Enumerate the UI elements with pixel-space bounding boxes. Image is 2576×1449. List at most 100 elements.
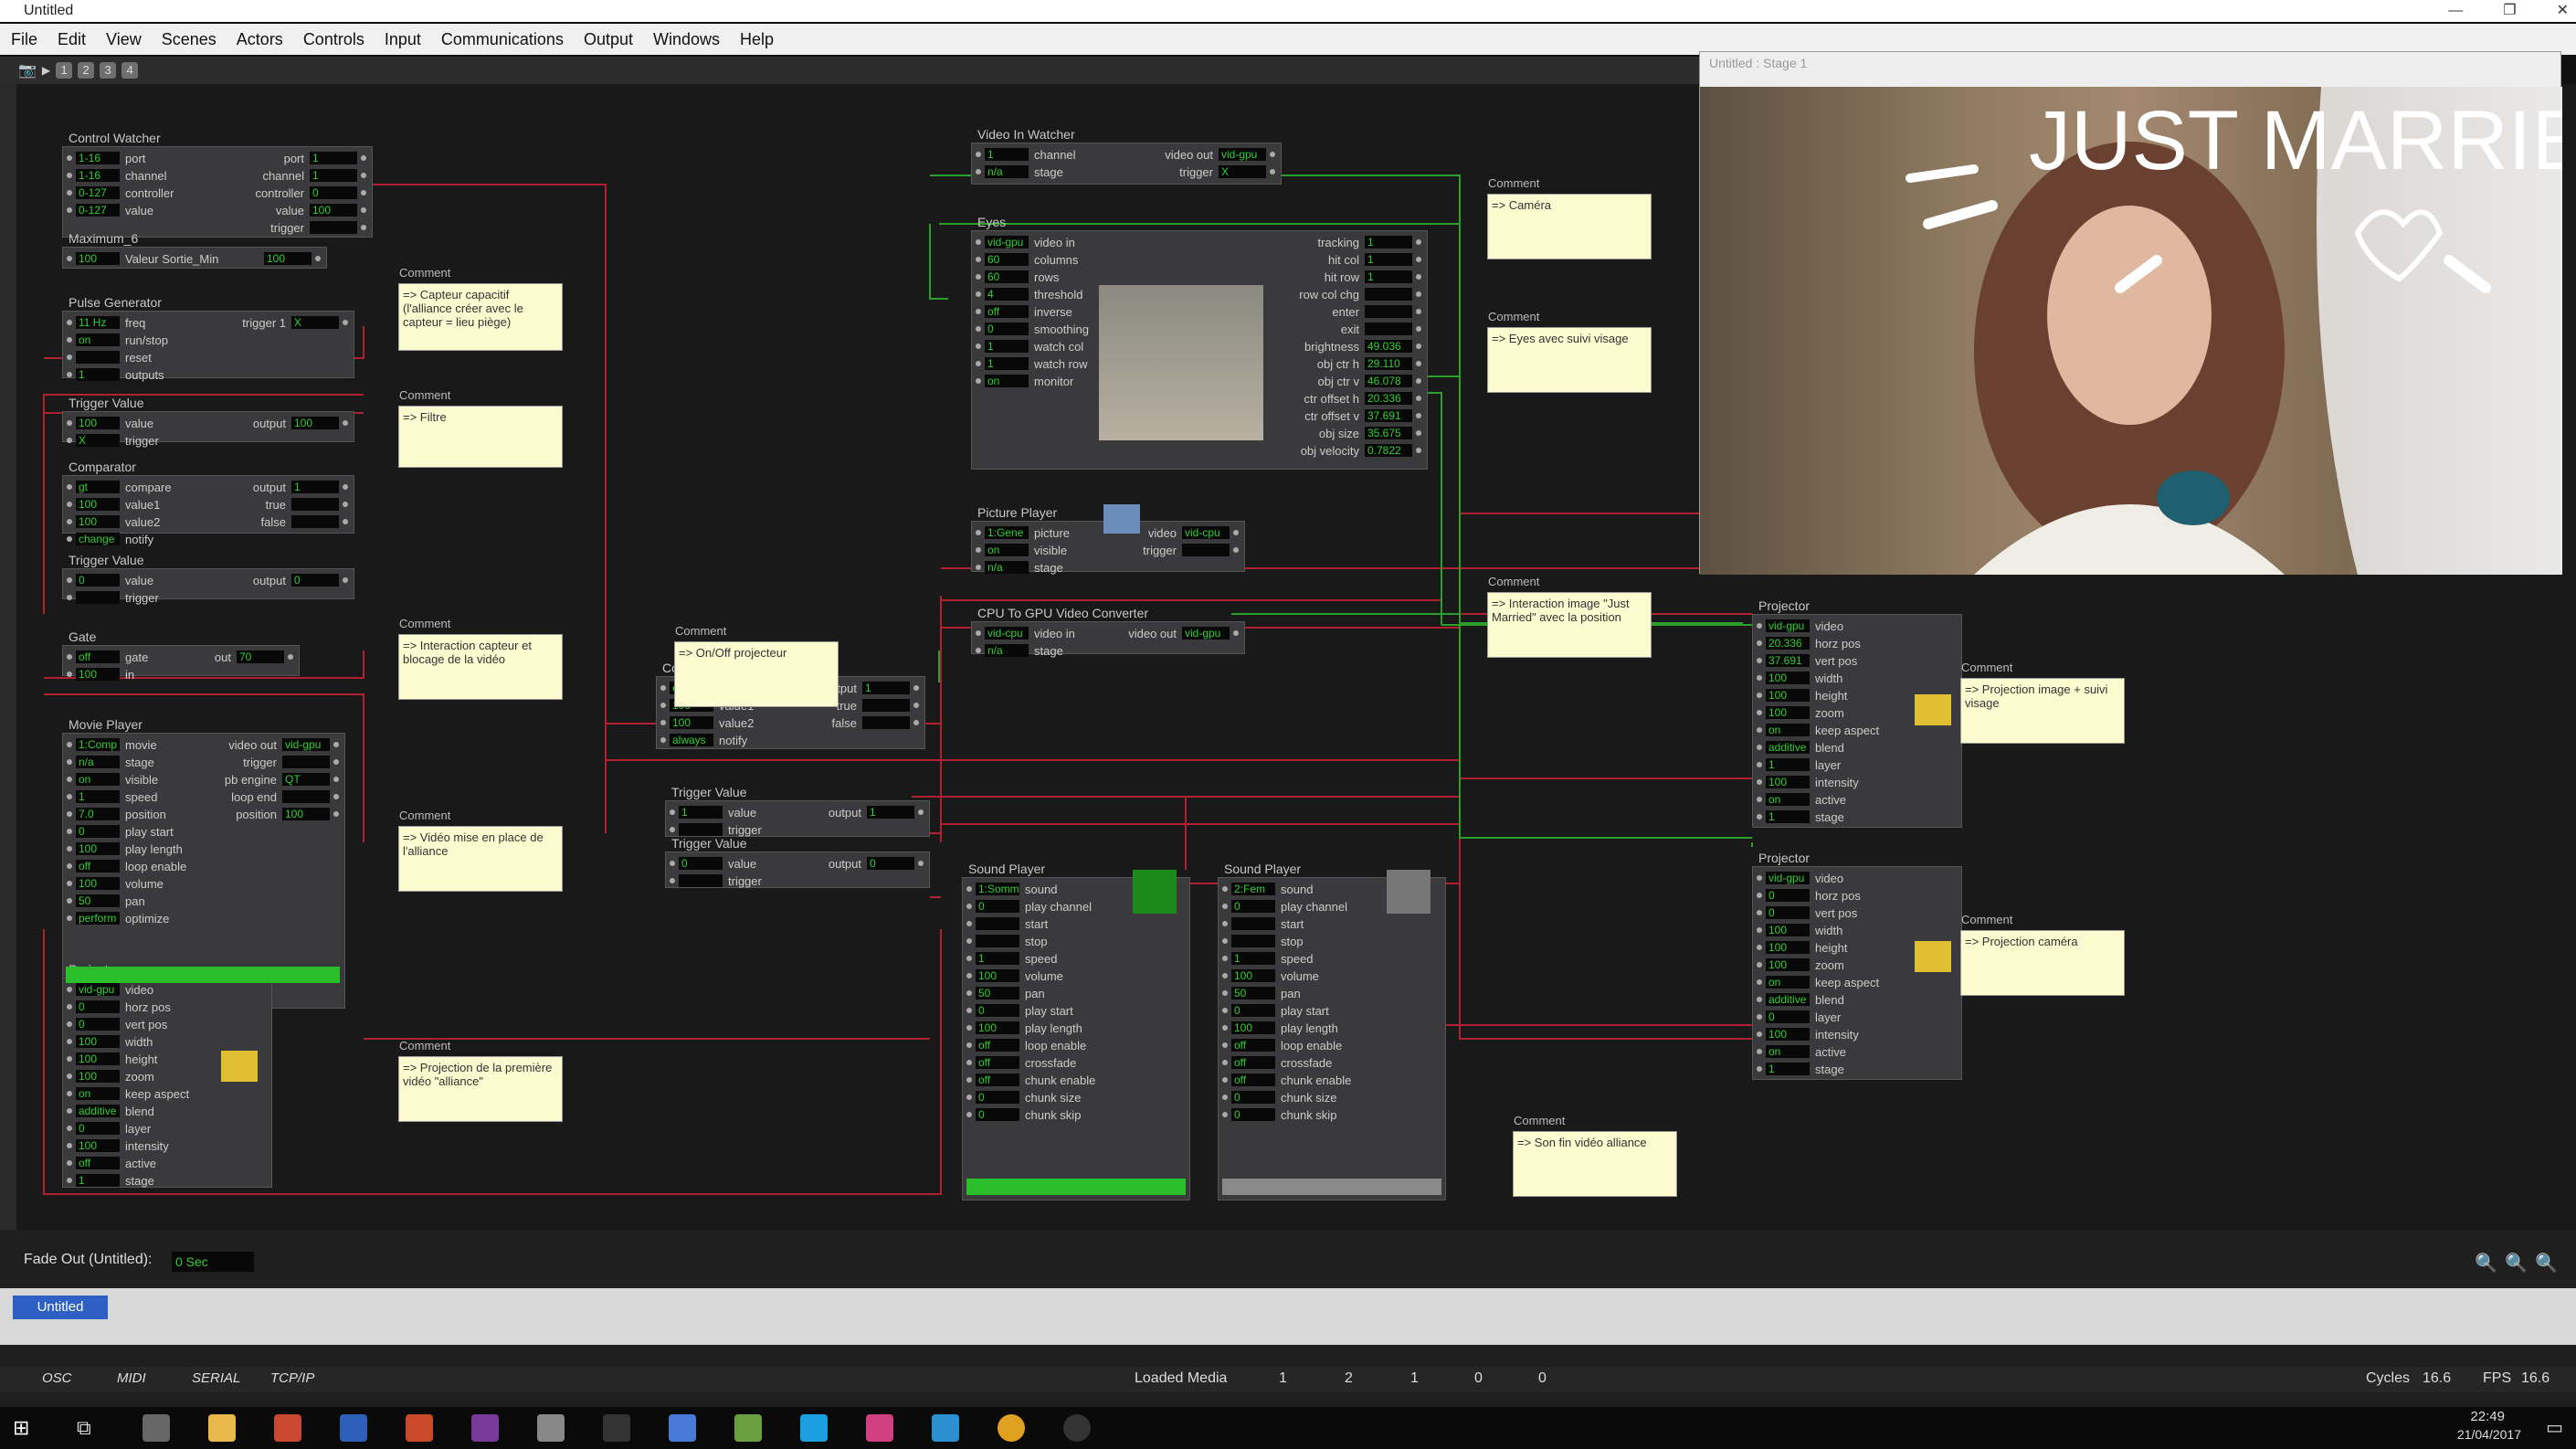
input-property[interactable]: 0-127 controller <box>67 185 174 200</box>
input-value[interactable]: 100 <box>1766 941 1810 954</box>
output-property[interactable]: value 100 <box>276 203 366 217</box>
input-port-icon[interactable] <box>1222 1077 1228 1083</box>
output-property[interactable]: port 1 <box>284 151 366 165</box>
close-icon[interactable]: ✕ <box>2557 0 2569 22</box>
input-property[interactable]: 100 height <box>1757 688 1847 703</box>
input-property[interactable]: on keep aspect <box>1757 723 1879 737</box>
app-icon-2[interactable] <box>537 1414 565 1442</box>
input-value[interactable]: 100 <box>1231 1021 1275 1034</box>
input-port-icon[interactable] <box>966 921 972 926</box>
input-port-icon[interactable] <box>1757 779 1762 785</box>
output-property[interactable]: output 1 <box>829 805 924 820</box>
clock-date[interactable]: 21/04/2017 <box>2457 1427 2521 1442</box>
input-port-icon[interactable] <box>966 1095 972 1100</box>
input-value[interactable]: n/a <box>985 165 1029 178</box>
input-port-icon[interactable] <box>67 1126 72 1131</box>
file-explorer-icon[interactable] <box>208 1414 236 1442</box>
input-property[interactable]: 1:Gene picture <box>976 525 1070 540</box>
input-port-icon[interactable] <box>67 1108 72 1114</box>
input-port-icon[interactable] <box>1757 875 1762 881</box>
input-value[interactable]: always <box>670 734 713 746</box>
input-port-icon[interactable] <box>976 530 981 535</box>
input-value[interactable]: 100 <box>76 498 120 511</box>
input-port-icon[interactable] <box>67 577 72 583</box>
output-property[interactable]: output 100 <box>253 416 348 430</box>
input-port-icon[interactable] <box>670 809 675 815</box>
input-value[interactable]: on <box>76 773 120 786</box>
input-port-icon[interactable] <box>1222 904 1228 909</box>
input-value[interactable]: 1:Somm <box>976 883 1019 895</box>
output-property[interactable]: tracking 1 <box>1317 235 1421 249</box>
input-value[interactable]: 0 <box>1766 1010 1810 1023</box>
app-icon-4[interactable] <box>734 1414 762 1442</box>
skype-icon[interactable] <box>800 1414 828 1442</box>
input-port-icon[interactable] <box>976 309 981 314</box>
input-property[interactable]: 0 chunk skip <box>966 1107 1081 1122</box>
input-port-icon[interactable] <box>966 1025 972 1031</box>
input-value[interactable]: 0 <box>1231 900 1275 913</box>
input-property[interactable]: 0 value <box>67 573 153 587</box>
input-value[interactable]: 1 <box>76 790 120 803</box>
menu-controls[interactable]: Controls <box>303 30 364 49</box>
input-property[interactable]: 0 chunk skip <box>1222 1107 1336 1122</box>
input-value[interactable]: 1 <box>976 952 1019 965</box>
input-port-icon[interactable] <box>1757 997 1762 1002</box>
input-value[interactable]: 100 <box>1231 969 1275 982</box>
input-port-icon[interactable] <box>67 256 72 261</box>
input-port-icon[interactable] <box>67 420 72 426</box>
output-port-icon[interactable] <box>1416 274 1421 280</box>
input-port-icon[interactable] <box>67 1143 72 1148</box>
input-port-icon[interactable] <box>67 777 72 782</box>
input-value[interactable]: 1:Comp <box>76 738 120 751</box>
status-midi[interactable]: MIDI <box>117 1370 146 1386</box>
input-property[interactable]: off loop enable <box>67 859 186 873</box>
output-port-icon[interactable] <box>1416 257 1421 262</box>
input-property[interactable]: 50 pan <box>67 894 145 908</box>
input-port-icon[interactable] <box>976 547 981 553</box>
input-port-icon[interactable] <box>976 344 981 349</box>
input-port-icon[interactable] <box>660 685 666 691</box>
comment-box[interactable]: Comment => Capteur capacitif (l'alliance … <box>398 266 563 351</box>
input-value[interactable]: on <box>985 544 1029 556</box>
menu-communications[interactable]: Communications <box>441 30 564 49</box>
input-value[interactable]: off <box>76 860 120 873</box>
input-value[interactable]: 100 <box>1766 958 1810 971</box>
input-value[interactable] <box>679 823 723 836</box>
input-property[interactable]: 100 width <box>1757 923 1842 937</box>
input-value[interactable]: 100 <box>76 842 120 855</box>
input-port-icon[interactable] <box>966 990 972 996</box>
input-port-icon[interactable] <box>67 484 72 490</box>
input-property[interactable]: 1 speed <box>1222 951 1313 966</box>
input-property[interactable]: 0 smoothing <box>976 322 1089 336</box>
input-property[interactable]: off loop enable <box>966 1038 1086 1052</box>
input-property[interactable]: vid-gpu video in <box>976 235 1075 249</box>
output-property[interactable]: trigger <box>270 220 366 235</box>
input-port-icon[interactable] <box>660 737 666 743</box>
output-property[interactable]: brightness 49.036 <box>1304 339 1421 354</box>
input-value[interactable]: 60 <box>985 270 1029 283</box>
input-value[interactable] <box>76 591 120 604</box>
input-port-icon[interactable] <box>660 720 666 725</box>
output-property[interactable]: video vid-cpu <box>1148 525 1239 540</box>
input-property[interactable]: perform optimize <box>67 911 169 925</box>
input-port-icon[interactable] <box>67 536 72 542</box>
scene-button-1[interactable]: 1 <box>56 62 73 79</box>
output-port-icon[interactable] <box>361 225 366 230</box>
input-port-icon[interactable] <box>966 886 972 892</box>
output-property[interactable]: obj size 35.675 <box>1319 426 1421 440</box>
input-value[interactable]: 100 <box>76 1139 120 1152</box>
input-property[interactable]: start <box>1222 916 1304 931</box>
output-port-icon[interactable] <box>1416 326 1421 332</box>
input-property[interactable]: 1:Somm sound <box>966 882 1057 896</box>
output-property[interactable]: true <box>266 497 348 512</box>
input-property[interactable]: 100 Valeur Sortie_Min <box>67 251 218 266</box>
input-value[interactable]: 1 <box>76 1174 120 1187</box>
input-property[interactable]: on visible <box>976 543 1067 557</box>
input-property[interactable]: 0 horz pos <box>1757 888 1861 903</box>
input-property[interactable]: additive blend <box>1757 992 1844 1007</box>
input-port-icon[interactable] <box>966 1008 972 1013</box>
input-port-icon[interactable] <box>660 703 666 708</box>
input-property[interactable]: 100 play length <box>1222 1021 1338 1035</box>
input-port-icon[interactable] <box>67 794 72 799</box>
input-value[interactable]: on <box>76 333 120 346</box>
